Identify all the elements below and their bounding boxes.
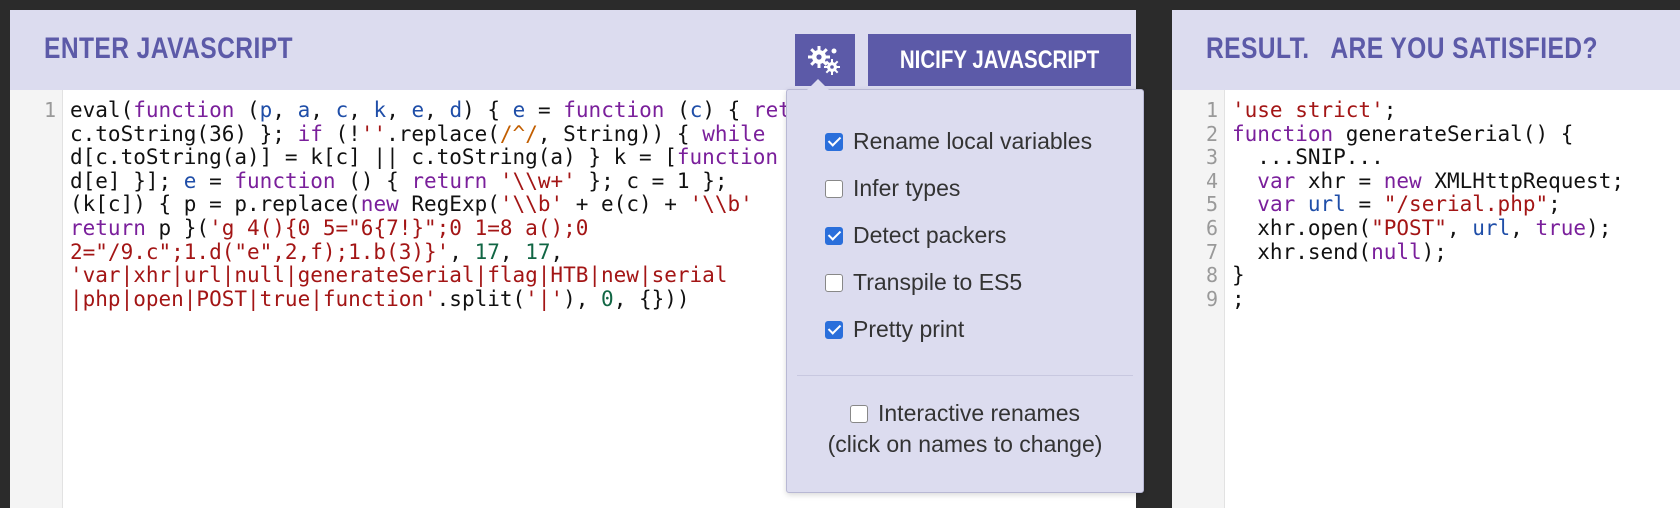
interactive-renames-hint: (click on names to change)	[827, 431, 1103, 457]
option-label: Rename local variables	[853, 128, 1093, 154]
option-label: Infer types	[853, 175, 961, 201]
input-panel-title: ENTER JAVASCRIPT	[44, 32, 293, 65]
detect-packers-checkbox[interactable]	[825, 226, 843, 245]
result-panel: RESULT. ARE YOU SATISFIED? 1 2 3 4 5 6 7…	[1172, 10, 1680, 508]
option-label: Detect packers	[853, 222, 1007, 248]
result-line-numbers: 1 2 3 4 5 6 7 8 9	[1205, 98, 1218, 311]
transpile-es5-checkbox[interactable]	[825, 273, 843, 292]
nicify-button-label: NICIFY JAVASCRIPT	[899, 45, 1100, 74]
option-transpile-es5[interactable]: Transpile to ES5	[825, 269, 1022, 296]
option-label: Pretty print	[853, 316, 965, 342]
option-interactive-renames[interactable]: Interactive renames (click on names to c…	[787, 400, 1143, 458]
option-pretty-print[interactable]: Pretty print	[825, 316, 964, 343]
infer-types-checkbox[interactable]	[825, 179, 843, 198]
option-detect-packers[interactable]: Detect packers	[825, 222, 1006, 249]
result-gutter: 1 2 3 4 5 6 7 8 9	[1172, 90, 1225, 508]
interactive-renames-checkbox[interactable]	[850, 404, 868, 423]
result-panel-header: RESULT. ARE YOU SATISFIED?	[1172, 10, 1680, 90]
result-code[interactable]: 'use strict'; function generateSerial() …	[1232, 98, 1680, 311]
option-label: Transpile to ES5	[853, 269, 1023, 295]
interactive-renames-label: Interactive renames	[878, 400, 1080, 426]
options-divider	[797, 375, 1133, 376]
input-line-numbers: 1	[43, 98, 56, 122]
result-panel-title: RESULT. ARE YOU SATISFIED?	[1206, 32, 1598, 65]
pretty-print-checkbox[interactable]	[825, 320, 843, 339]
gears-icon	[808, 46, 840, 75]
result-code-editor[interactable]: 1 2 3 4 5 6 7 8 9 'use strict'; function…	[1172, 90, 1680, 508]
rename-local-variables-checkbox[interactable]	[825, 132, 843, 151]
nicify-button[interactable]: NICIFY JAVASCRIPT	[868, 34, 1131, 86]
input-panel-header: ENTER JAVASCRIPT NICIFY JAVASCRIPT	[10, 10, 1136, 90]
option-infer-types[interactable]: Infer types	[825, 175, 960, 202]
options-dropdown: Rename local variables Infer types Detec…	[786, 79, 1144, 493]
option-rename-local-variables[interactable]: Rename local variables	[825, 128, 1092, 155]
input-gutter: 1	[10, 90, 63, 508]
